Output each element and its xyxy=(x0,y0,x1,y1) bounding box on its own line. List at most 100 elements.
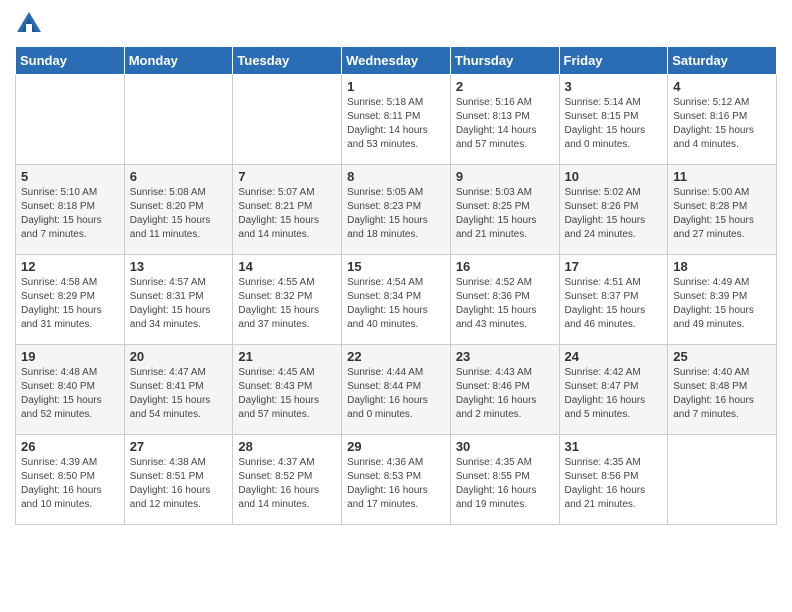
day-info: Sunrise: 4:42 AM Sunset: 8:47 PM Dayligh… xyxy=(565,366,663,422)
day-number: 25 xyxy=(673,349,771,364)
day-number: 14 xyxy=(238,259,336,274)
calendar-cell: 10 Sunrise: 5:02 AM Sunset: 8:26 PM Dayli… xyxy=(559,165,668,255)
day-number: 7 xyxy=(238,169,336,184)
day-number: 20 xyxy=(130,349,228,364)
day-number: 28 xyxy=(238,439,336,454)
calendar-cell xyxy=(16,75,125,165)
calendar-cell: 13 Sunrise: 4:57 AM Sunset: 8:31 PM Dayli… xyxy=(124,255,233,345)
day-number: 18 xyxy=(673,259,771,274)
day-info: Sunrise: 4:49 AM Sunset: 8:39 PM Dayligh… xyxy=(673,276,771,332)
day-info: Sunrise: 4:51 AM Sunset: 8:37 PM Dayligh… xyxy=(565,276,663,332)
day-info: Sunrise: 4:35 AM Sunset: 8:56 PM Dayligh… xyxy=(565,456,663,512)
day-info: Sunrise: 5:07 AM Sunset: 8:21 PM Dayligh… xyxy=(238,186,336,242)
day-number: 22 xyxy=(347,349,445,364)
calendar-cell: 21 Sunrise: 4:45 AM Sunset: 8:43 PM Dayli… xyxy=(233,345,342,435)
calendar-cell xyxy=(668,435,777,525)
day-number: 30 xyxy=(456,439,554,454)
day-info: Sunrise: 4:58 AM Sunset: 8:29 PM Dayligh… xyxy=(21,276,119,332)
day-number: 23 xyxy=(456,349,554,364)
calendar-cell: 14 Sunrise: 4:55 AM Sunset: 8:32 PM Dayli… xyxy=(233,255,342,345)
day-number: 13 xyxy=(130,259,228,274)
calendar-cell: 15 Sunrise: 4:54 AM Sunset: 8:34 PM Dayli… xyxy=(342,255,451,345)
day-info: Sunrise: 5:16 AM Sunset: 8:13 PM Dayligh… xyxy=(456,96,554,152)
calendar-cell xyxy=(233,75,342,165)
day-info: Sunrise: 5:05 AM Sunset: 8:23 PM Dayligh… xyxy=(347,186,445,242)
calendar-cell: 11 Sunrise: 5:00 AM Sunset: 8:28 PM Dayli… xyxy=(668,165,777,255)
day-info: Sunrise: 5:08 AM Sunset: 8:20 PM Dayligh… xyxy=(130,186,228,242)
day-number: 4 xyxy=(673,79,771,94)
day-info: Sunrise: 5:03 AM Sunset: 8:25 PM Dayligh… xyxy=(456,186,554,242)
day-info: Sunrise: 4:45 AM Sunset: 8:43 PM Dayligh… xyxy=(238,366,336,422)
day-info: Sunrise: 4:44 AM Sunset: 8:44 PM Dayligh… xyxy=(347,366,445,422)
calendar-cell: 31Sunrise: 4:35 AM Sunset: 8:56 PM Dayli… xyxy=(559,435,668,525)
day-number: 8 xyxy=(347,169,445,184)
day-info: Sunrise: 4:48 AM Sunset: 8:40 PM Dayligh… xyxy=(21,366,119,422)
calendar-cell: 9 Sunrise: 5:03 AM Sunset: 8:25 PM Daylig… xyxy=(450,165,559,255)
day-number: 15 xyxy=(347,259,445,274)
day-info: Sunrise: 4:36 AM Sunset: 8:53 PM Dayligh… xyxy=(347,456,445,512)
day-header-tuesday: Tuesday xyxy=(233,47,342,75)
day-number: 5 xyxy=(21,169,119,184)
day-info: Sunrise: 5:18 AM Sunset: 8:11 PM Dayligh… xyxy=(347,96,445,152)
day-info: Sunrise: 5:00 AM Sunset: 8:28 PM Dayligh… xyxy=(673,186,771,242)
calendar-cell: 27 Sunrise: 4:38 AM Sunset: 8:51 PM Dayli… xyxy=(124,435,233,525)
day-info: Sunrise: 5:02 AM Sunset: 8:26 PM Dayligh… xyxy=(565,186,663,242)
calendar-cell: 22 Sunrise: 4:44 AM Sunset: 8:44 PM Dayli… xyxy=(342,345,451,435)
day-info: Sunrise: 4:39 AM Sunset: 8:50 PM Dayligh… xyxy=(21,456,119,512)
logo-icon xyxy=(15,10,43,38)
day-header-monday: Monday xyxy=(124,47,233,75)
day-info: Sunrise: 4:35 AM Sunset: 8:55 PM Dayligh… xyxy=(456,456,554,512)
day-info: Sunrise: 5:10 AM Sunset: 8:18 PM Dayligh… xyxy=(21,186,119,242)
day-header-friday: Friday xyxy=(559,47,668,75)
day-info: Sunrise: 4:38 AM Sunset: 8:51 PM Dayligh… xyxy=(130,456,228,512)
day-number: 1 xyxy=(347,79,445,94)
day-header-sunday: Sunday xyxy=(16,47,125,75)
logo xyxy=(15,10,47,38)
calendar-cell: 8 Sunrise: 5:05 AM Sunset: 8:23 PM Daylig… xyxy=(342,165,451,255)
day-info: Sunrise: 4:43 AM Sunset: 8:46 PM Dayligh… xyxy=(456,366,554,422)
calendar-week-row: 5 Sunrise: 5:10 AM Sunset: 8:18 PM Daylig… xyxy=(16,165,777,255)
day-number: 10 xyxy=(565,169,663,184)
day-info: Sunrise: 4:47 AM Sunset: 8:41 PM Dayligh… xyxy=(130,366,228,422)
calendar-cell xyxy=(124,75,233,165)
day-header-saturday: Saturday xyxy=(668,47,777,75)
day-number: 21 xyxy=(238,349,336,364)
day-info: Sunrise: 4:55 AM Sunset: 8:32 PM Dayligh… xyxy=(238,276,336,332)
day-info: Sunrise: 4:54 AM Sunset: 8:34 PM Dayligh… xyxy=(347,276,445,332)
calendar-cell: 23 Sunrise: 4:43 AM Sunset: 8:46 PM Dayli… xyxy=(450,345,559,435)
calendar-cell: 3Sunrise: 5:14 AM Sunset: 8:15 PM Daylig… xyxy=(559,75,668,165)
day-number: 16 xyxy=(456,259,554,274)
calendar-cell: 17 Sunrise: 4:51 AM Sunset: 8:37 PM Dayli… xyxy=(559,255,668,345)
day-number: 17 xyxy=(565,259,663,274)
calendar-week-row: 12 Sunrise: 4:58 AM Sunset: 8:29 PM Dayli… xyxy=(16,255,777,345)
day-info: Sunrise: 4:57 AM Sunset: 8:31 PM Dayligh… xyxy=(130,276,228,332)
calendar-cell: 7 Sunrise: 5:07 AM Sunset: 8:21 PM Daylig… xyxy=(233,165,342,255)
calendar-cell: 5 Sunrise: 5:10 AM Sunset: 8:18 PM Daylig… xyxy=(16,165,125,255)
day-info: Sunrise: 5:12 AM Sunset: 8:16 PM Dayligh… xyxy=(673,96,771,152)
day-number: 29 xyxy=(347,439,445,454)
calendar-cell: 2Sunrise: 5:16 AM Sunset: 8:13 PM Daylig… xyxy=(450,75,559,165)
day-number: 26 xyxy=(21,439,119,454)
day-number: 11 xyxy=(673,169,771,184)
day-number: 27 xyxy=(130,439,228,454)
day-info: Sunrise: 4:40 AM Sunset: 8:48 PM Dayligh… xyxy=(673,366,771,422)
calendar-cell: 4 Sunrise: 5:12 AM Sunset: 8:16 PM Daylig… xyxy=(668,75,777,165)
page-header xyxy=(15,10,777,38)
day-info: Sunrise: 4:52 AM Sunset: 8:36 PM Dayligh… xyxy=(456,276,554,332)
calendar-cell: 12 Sunrise: 4:58 AM Sunset: 8:29 PM Dayli… xyxy=(16,255,125,345)
calendar-week-row: 26 Sunrise: 4:39 AM Sunset: 8:50 PM Dayli… xyxy=(16,435,777,525)
day-header-wednesday: Wednesday xyxy=(342,47,451,75)
day-number: 24 xyxy=(565,349,663,364)
calendar-cell: 18 Sunrise: 4:49 AM Sunset: 8:39 PM Dayli… xyxy=(668,255,777,345)
calendar-cell: 30 Sunrise: 4:35 AM Sunset: 8:55 PM Dayli… xyxy=(450,435,559,525)
day-number: 9 xyxy=(456,169,554,184)
calendar-cell: 26 Sunrise: 4:39 AM Sunset: 8:50 PM Dayli… xyxy=(16,435,125,525)
day-number: 12 xyxy=(21,259,119,274)
day-info: Sunrise: 4:37 AM Sunset: 8:52 PM Dayligh… xyxy=(238,456,336,512)
day-info: Sunrise: 5:14 AM Sunset: 8:15 PM Dayligh… xyxy=(565,96,663,152)
calendar-header-row: SundayMondayTuesdayWednesdayThursdayFrid… xyxy=(16,47,777,75)
calendar-cell: 19Sunrise: 4:48 AM Sunset: 8:40 PM Dayli… xyxy=(16,345,125,435)
calendar-week-row: 19Sunrise: 4:48 AM Sunset: 8:40 PM Dayli… xyxy=(16,345,777,435)
calendar-table: SundayMondayTuesdayWednesdayThursdayFrid… xyxy=(15,46,777,525)
calendar-cell: 16 Sunrise: 4:52 AM Sunset: 8:36 PM Dayli… xyxy=(450,255,559,345)
